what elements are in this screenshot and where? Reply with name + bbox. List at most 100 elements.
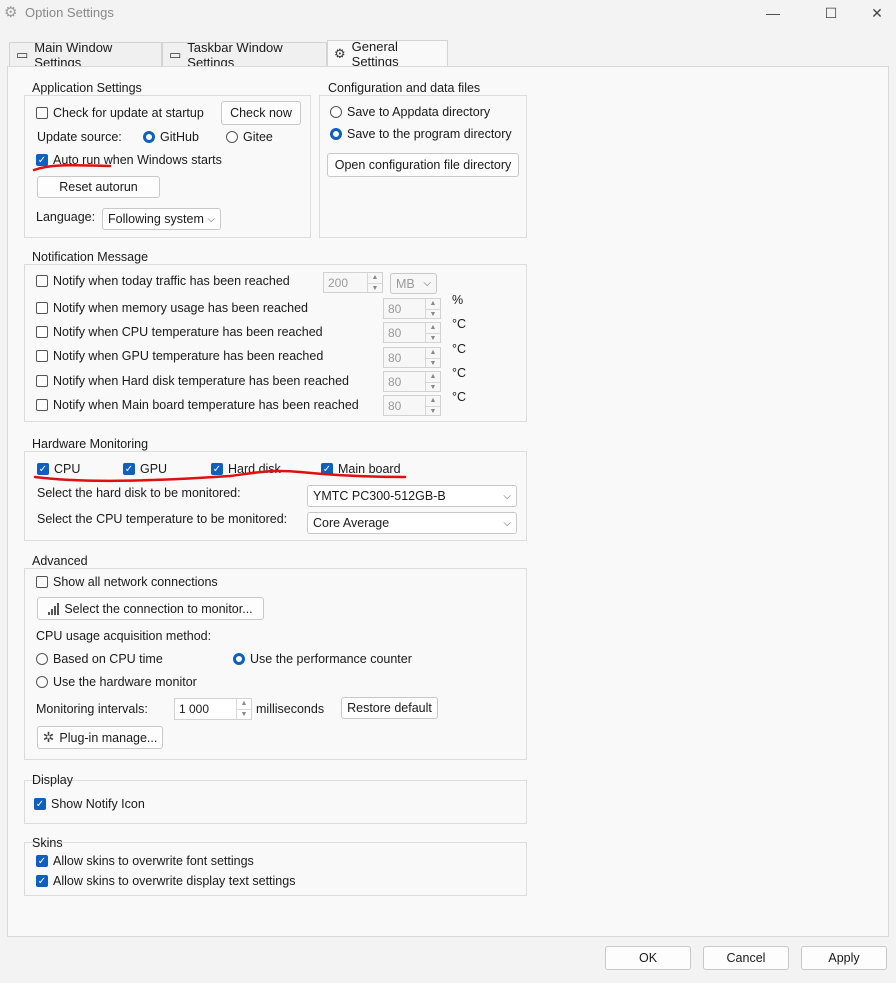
checkbox-box[interactable]: ✓	[37, 463, 49, 475]
show-notify-icon-checkbox[interactable]: ✓ Show Notify Icon	[34, 797, 145, 811]
open-config-dir-button[interactable]: Open configuration file directory	[327, 153, 519, 177]
down-arrow-icon[interactable]: ▼	[426, 309, 440, 320]
traffic-stepper[interactable]: 200 ▲ ▼	[323, 272, 383, 293]
checkbox-box[interactable]: ✓	[36, 154, 48, 166]
notify-cpu-temp-checkbox[interactable]: Notify when CPU temperature has been rea…	[36, 325, 323, 339]
checkbox-label: Notify when memory usage has been reache…	[53, 301, 309, 315]
hard-disk-checkbox[interactable]: ✓ Hard disk	[211, 462, 281, 476]
checkbox-label: Allow skins to overwrite display text se…	[53, 874, 296, 888]
tab-general-settings[interactable]: ⚙ General Settings	[327, 39, 448, 69]
hdd-temp-stepper[interactable]: 80 ▲ ▼	[383, 371, 441, 392]
tab-main-window[interactable]: ▭ Main Window Settings	[9, 40, 162, 70]
hard-disk-select[interactable]: YMTC PC300-512GB-B ⌵	[307, 485, 517, 507]
up-arrow-icon[interactable]: ▲	[368, 273, 382, 283]
checkbox-box[interactable]: ✓	[321, 463, 333, 475]
checkbox-box[interactable]: ✓	[123, 463, 135, 475]
cpu-temp-stepper[interactable]: 80 ▲ ▼	[383, 322, 441, 343]
language-select[interactable]: Following system ⌵	[102, 208, 221, 230]
temp-unit: °C	[452, 390, 467, 404]
down-arrow-icon[interactable]: ▼	[426, 382, 440, 393]
checkbox-box[interactable]	[36, 375, 48, 387]
tab-taskbar-window[interactable]: ▭ Taskbar Window Settings	[162, 40, 327, 70]
notify-mainboard-temp-checkbox[interactable]: Notify when Main board temperature has b…	[36, 398, 359, 412]
group-title: Hardware Monitoring	[32, 437, 149, 451]
cpu-temp-select[interactable]: Core Average ⌵	[307, 512, 517, 534]
memory-stepper[interactable]: 80 ▲ ▼	[383, 298, 441, 319]
program-dir-radio[interactable]: Save to the program directory	[330, 127, 512, 141]
checkbox-box[interactable]	[36, 302, 48, 314]
up-arrow-icon[interactable]: ▲	[426, 323, 440, 333]
up-arrow-icon[interactable]: ▲	[426, 372, 440, 382]
up-arrow-icon[interactable]: ▲	[426, 348, 440, 358]
checkbox-box[interactable]	[36, 326, 48, 338]
checkbox-box[interactable]: ✓	[34, 798, 46, 810]
checkbox-box[interactable]: ✓	[36, 855, 48, 867]
checkbox-box[interactable]: ✓	[36, 875, 48, 887]
temp-unit: °C	[452, 317, 467, 331]
select-value: MB	[396, 276, 415, 291]
apply-button[interactable]: Apply	[801, 946, 887, 970]
notify-gpu-temp-checkbox[interactable]: Notify when GPU temperature has been rea…	[36, 349, 323, 363]
radio-circle[interactable]	[233, 653, 245, 665]
plugin-manage-button[interactable]: ✲ Plug-in manage...	[37, 726, 163, 749]
radio-label: Gitee	[243, 130, 273, 144]
traffic-unit-select[interactable]: MB ⌵	[390, 273, 437, 294]
check-now-button[interactable]: Check now	[221, 101, 301, 125]
maximize-button[interactable]: ☐	[818, 2, 844, 24]
checkbox-box[interactable]	[36, 576, 48, 588]
perf-counter-radio[interactable]: Use the performance counter	[233, 652, 412, 666]
cpu-checkbox[interactable]: ✓ CPU	[37, 462, 80, 476]
up-arrow-icon[interactable]: ▲	[426, 299, 440, 309]
down-arrow-icon[interactable]: ▼	[368, 283, 382, 294]
checkbox-label: Show Notify Icon	[51, 797, 145, 811]
checkbox-label: Check for update at startup	[53, 106, 204, 120]
main-board-checkbox[interactable]: ✓ Main board	[321, 462, 401, 476]
checkbox-box[interactable]	[36, 275, 48, 287]
up-arrow-icon[interactable]: ▲	[426, 396, 440, 406]
appdata-radio[interactable]: Save to Appdata directory	[330, 105, 490, 119]
radio-label: Based on CPU time	[53, 652, 163, 666]
radio-circle[interactable]	[36, 676, 48, 688]
checkbox-box[interactable]	[36, 107, 48, 119]
gpu-temp-stepper[interactable]: 80 ▲ ▼	[383, 347, 441, 368]
down-arrow-icon[interactable]: ▼	[426, 406, 440, 417]
interval-stepper[interactable]: 1 000 ▲ ▼	[174, 698, 252, 720]
notify-traffic-checkbox[interactable]: Notify when today traffic has been reach…	[36, 274, 290, 288]
radio-circle[interactable]	[226, 131, 238, 143]
close-button[interactable]: ✕	[864, 2, 890, 24]
checkbox-box[interactable]	[36, 399, 48, 411]
select-value: Core Average	[313, 516, 390, 530]
skins-text-checkbox[interactable]: ✓ Allow skins to overwrite display text …	[36, 874, 295, 888]
auto-run-checkbox[interactable]: ✓ Auto run when Windows starts	[36, 153, 222, 167]
restore-default-button[interactable]: Restore default	[341, 697, 438, 719]
check-update-checkbox[interactable]: Check for update at startup	[36, 106, 204, 120]
down-arrow-icon[interactable]: ▼	[426, 333, 440, 344]
radio-circle[interactable]	[330, 106, 342, 118]
radio-circle[interactable]	[143, 131, 155, 143]
reset-autorun-button[interactable]: Reset autorun	[37, 176, 160, 198]
down-arrow-icon[interactable]: ▼	[426, 358, 440, 369]
select-connection-button[interactable]: Select the connection to monitor...	[37, 597, 264, 620]
checkbox-box[interactable]	[36, 350, 48, 362]
cancel-button[interactable]: Cancel	[703, 946, 789, 970]
radio-circle[interactable]	[330, 128, 342, 140]
github-radio[interactable]: GitHub	[143, 130, 199, 144]
cpu-time-radio[interactable]: Based on CPU time	[36, 652, 163, 666]
stepper-value: 80	[388, 325, 402, 340]
up-arrow-icon[interactable]: ▲	[237, 699, 251, 709]
mainboard-temp-stepper[interactable]: 80 ▲ ▼	[383, 395, 441, 416]
stepper-value: 80	[388, 374, 402, 389]
ok-button[interactable]: OK	[605, 946, 691, 970]
notify-memory-checkbox[interactable]: Notify when memory usage has been reache…	[36, 301, 308, 315]
checkbox-box[interactable]: ✓	[211, 463, 223, 475]
radio-circle[interactable]	[36, 653, 48, 665]
gpu-checkbox[interactable]: ✓ GPU	[123, 462, 167, 476]
gitee-radio[interactable]: Gitee	[226, 130, 273, 144]
down-arrow-icon[interactable]: ▼	[237, 709, 251, 720]
notify-hdd-temp-checkbox[interactable]: Notify when Hard disk temperature has be…	[36, 374, 349, 388]
chevron-down-icon: ⌵	[503, 517, 511, 529]
show-all-connections-checkbox[interactable]: Show all network connections	[36, 575, 218, 589]
skins-font-checkbox[interactable]: ✓ Allow skins to overwrite font settings	[36, 854, 254, 868]
minimize-button[interactable]: —	[760, 2, 786, 24]
hardware-monitor-radio[interactable]: Use the hardware monitor	[36, 675, 197, 689]
